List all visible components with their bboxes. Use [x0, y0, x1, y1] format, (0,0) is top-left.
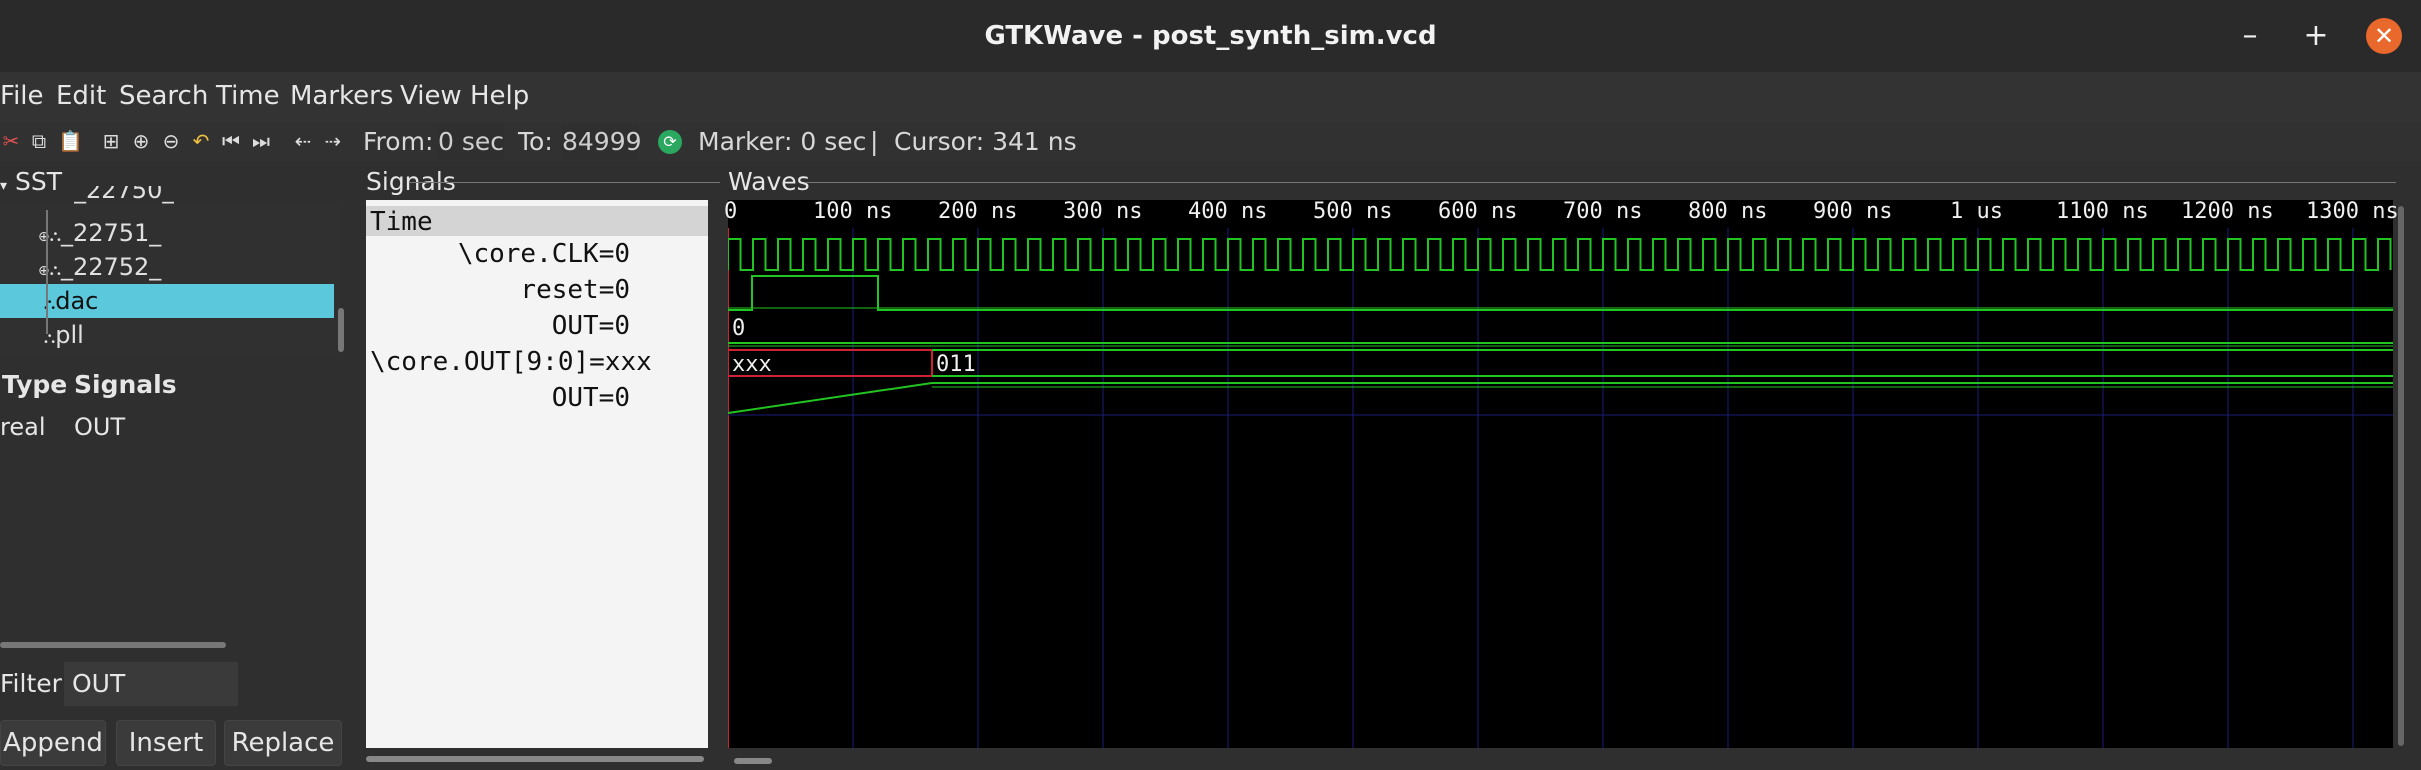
zoom-fit-icon[interactable]: ⊞: [100, 128, 122, 154]
waves-vscrollbar[interactable]: [2398, 206, 2404, 746]
signal-table-header: Type Signals: [0, 370, 340, 406]
signal-core-out-bus[interactable]: \core.OUT[9:0]=xxx: [370, 344, 652, 380]
bus-value-011: 011: [936, 352, 976, 377]
window-title: GTKWave - post_synth_sim.vcd: [984, 21, 1437, 51]
menu-view[interactable]: View: [400, 78, 462, 114]
module-icon: ⛬: [49, 226, 61, 245]
signal-name: OUT: [74, 413, 126, 441]
signals-hscrollbar[interactable]: [366, 756, 704, 762]
table-hscrollbar[interactable]: [0, 642, 226, 648]
insert-button[interactable]: Insert: [116, 720, 216, 766]
from-label: From:: [363, 127, 434, 156]
zoom-out-icon[interactable]: ⊖: [160, 128, 182, 154]
out-value-label: 0: [732, 316, 746, 341]
grid-lines: [852, 228, 2354, 748]
maximize-icon[interactable]: +: [2298, 18, 2334, 54]
sst-header[interactable]: ▾ SST: [0, 166, 62, 198]
clk-waveform: [728, 238, 2392, 271]
filter-label: Filter:: [0, 669, 70, 698]
menu-markers[interactable]: Markers: [290, 78, 393, 114]
tree-line: [46, 210, 48, 334]
toolbar-separator: |: [870, 127, 879, 156]
table-row[interactable]: real OUT: [0, 410, 125, 444]
filter-input[interactable]: OUT: [64, 662, 238, 706]
signal-reset[interactable]: reset=0: [366, 272, 708, 308]
tree-item-22752[interactable]: ⊕⛬_22752_: [38, 250, 161, 284]
tree-item-pll[interactable]: ⛬pll: [44, 318, 84, 352]
waves-hscrollbar[interactable]: [734, 758, 772, 764]
clk-wave: [728, 238, 2392, 271]
analog-ramp: [728, 382, 933, 414]
col-type[interactable]: Type: [2, 370, 67, 399]
tree-item-label: pll: [55, 321, 84, 349]
append-button[interactable]: Append: [0, 720, 106, 766]
prev-edge-icon[interactable]: ⇠: [292, 128, 314, 154]
from-input[interactable]: 0 sec: [438, 124, 504, 160]
tree-item-label: _22752_: [60, 253, 162, 281]
copy-icon[interactable]: ⧉: [28, 128, 50, 154]
tree-scrollbar[interactable]: [338, 308, 344, 352]
tree-item-label: _22751_: [60, 219, 162, 247]
menu-help[interactable]: Help: [470, 78, 529, 114]
cut-icon[interactable]: ✂: [0, 128, 22, 154]
minimize-icon[interactable]: –: [2232, 18, 2268, 54]
next-edge-icon[interactable]: ⇢: [322, 128, 344, 154]
chevron-down-icon: ▾: [0, 178, 8, 194]
bus-value-xxx: xxx: [732, 352, 772, 377]
replace-button[interactable]: Replace: [224, 720, 342, 766]
undo-zoom-icon[interactable]: ↶: [190, 128, 212, 154]
waves-pane-title: Waves: [728, 167, 810, 196]
tree-item-22751[interactable]: ⊕⛬_22751_: [38, 216, 161, 250]
divider: [806, 182, 2396, 183]
signal-type: real: [0, 413, 46, 441]
close-icon[interactable]: ✕: [2366, 18, 2402, 54]
sst-label: SST: [14, 167, 62, 196]
tree-item-label: dac: [55, 287, 99, 315]
tree-item-dac[interactable]: ⛬dac: [44, 284, 98, 318]
menu-search[interactable]: Search: [119, 78, 208, 114]
waveform-canvas[interactable]: [728, 200, 2393, 748]
signal-out-analog[interactable]: OUT=0: [366, 380, 708, 416]
to-label: To:: [518, 127, 553, 156]
menu-time[interactable]: Time: [216, 78, 280, 114]
zoom-start-icon[interactable]: ⏮: [220, 128, 242, 154]
zoom-in-icon[interactable]: ⊕: [130, 128, 152, 154]
divider: [410, 182, 720, 183]
signal-clk[interactable]: \core.CLK=0: [366, 236, 708, 272]
module-icon: ⛬: [49, 260, 61, 279]
signal-out[interactable]: OUT=0: [366, 308, 708, 344]
to-input[interactable]: 84999: [562, 124, 642, 160]
marker-label: Marker: 0 sec: [698, 127, 867, 156]
zoom-end-icon[interactable]: ⏭: [250, 128, 272, 154]
col-signals[interactable]: Signals: [74, 370, 177, 399]
paste-icon[interactable]: 📋: [58, 128, 83, 154]
reload-icon[interactable]: ⟳: [658, 130, 682, 154]
signal-time[interactable]: Time: [370, 205, 433, 239]
menu-file[interactable]: File: [0, 78, 44, 114]
cursor-label: Cursor: 341 ns: [894, 127, 1077, 156]
tree-item-partial[interactable]: _22750_: [74, 186, 174, 204]
menu-edit[interactable]: Edit: [56, 78, 106, 114]
